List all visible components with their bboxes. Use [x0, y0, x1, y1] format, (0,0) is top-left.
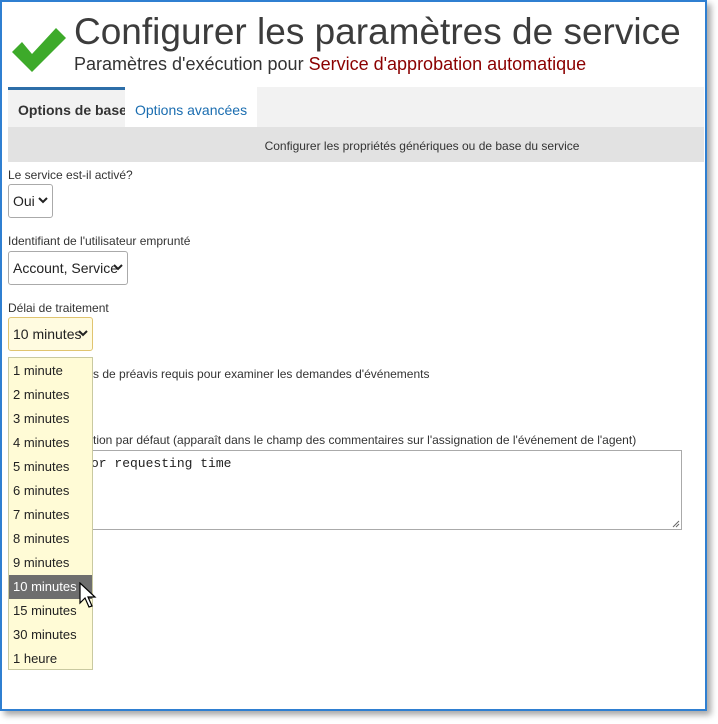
delay-label: Délai de traitement	[8, 301, 109, 315]
enabled-select[interactable]: Oui	[8, 184, 53, 218]
enabled-label: Le service est-il activé?	[8, 168, 133, 182]
delay-dropdown-list: 1 minute 2 minutes 3 minutes 4 minutes 5…	[8, 357, 93, 670]
service-name: Service d'approbation automatique	[308, 54, 587, 74]
resize-grip-icon[interactable]	[672, 520, 680, 528]
page-title: Configurer les paramètres de service	[74, 11, 681, 52]
page-subtitle: Paramètres d'exécution pour Service d'ap…	[74, 54, 586, 75]
dropdown-option[interactable]: 4 minutes	[9, 431, 92, 455]
page-header: Configurer les paramètres de service Par…	[8, 10, 698, 80]
notice-label: s de préavis requis pour examiner les de…	[93, 367, 430, 381]
mouse-cursor-icon	[79, 582, 97, 608]
dropdown-option[interactable]: 30 minutes	[9, 623, 92, 647]
delay-select[interactable]: 10 minutes	[8, 317, 93, 351]
enabled-select-value: Oui	[13, 193, 35, 209]
comment-label: tion par défaut (apparaît dans le champ …	[93, 433, 637, 447]
checkmark-icon	[12, 28, 66, 72]
comment-textarea[interactable]: or requesting time	[88, 450, 682, 530]
comment-textarea-value: or requesting time	[91, 456, 232, 471]
tab-bar: Options de base Options avancées	[8, 87, 704, 127]
user-select-value: Account, Service	[13, 260, 119, 276]
dropdown-option[interactable]: 6 minutes	[9, 479, 92, 503]
dropdown-option[interactable]: 9 minutes	[9, 551, 92, 575]
chevron-down-icon	[38, 197, 48, 204]
section-description: Configurer les propriétés génériques ou …	[8, 127, 704, 162]
section-description-text: Configurer les propriétés génériques ou …	[264, 139, 580, 153]
dropdown-option[interactable]: 3 minutes	[9, 407, 92, 431]
chevron-down-icon	[78, 330, 88, 337]
dropdown-option[interactable]: 1 minute	[9, 359, 92, 383]
dropdown-option[interactable]: 7 minutes	[9, 503, 92, 527]
dropdown-option[interactable]: 1 heure	[9, 647, 92, 671]
dropdown-option[interactable]: 2 minutes	[9, 383, 92, 407]
tab-basic-options[interactable]: Options de base	[8, 87, 127, 127]
dropdown-option[interactable]: 5 minutes	[9, 455, 92, 479]
user-select[interactable]: Account, Service	[8, 251, 128, 285]
delay-select-value: 10 minutes	[13, 326, 82, 342]
chevron-down-icon	[113, 264, 123, 271]
user-label: Identifiant de l'utilisateur emprunté	[8, 234, 191, 248]
tab-advanced-options[interactable]: Options avancées	[125, 87, 258, 127]
dropdown-option[interactable]: 8 minutes	[9, 527, 92, 551]
subtitle-prefix: Paramètres d'exécution pour	[74, 54, 309, 74]
window-frame: Configurer les paramètres de service Par…	[0, 0, 707, 711]
